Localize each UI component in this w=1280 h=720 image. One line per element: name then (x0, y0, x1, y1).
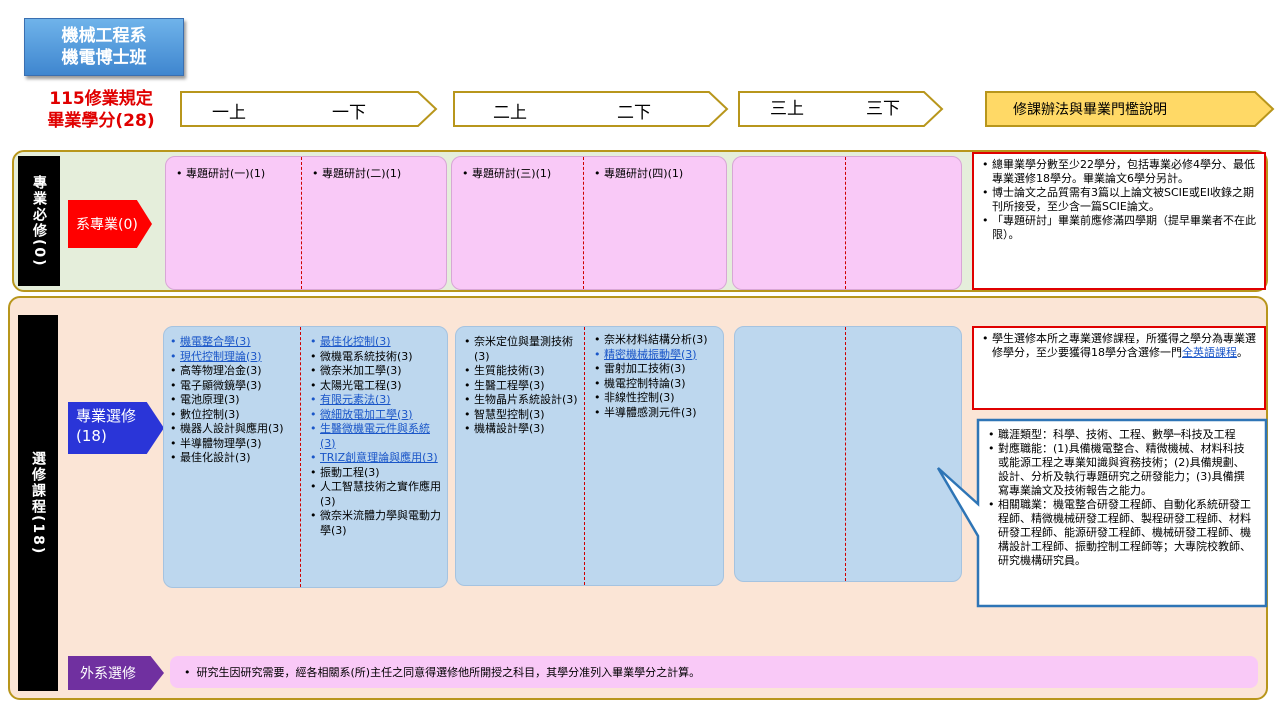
course-link[interactable]: 有限元素法(3) (310, 393, 444, 408)
header-year2-second: 二下 (617, 103, 651, 123)
header-year2: 二上 二下 (453, 91, 729, 127)
course-link[interactable]: 機電整合學(3) (170, 335, 298, 350)
career-info: • 職涯類型：科學、技術、工程、數學─科技及工程 • 對應職能：(1)具備機電整合、… (988, 428, 1252, 568)
required-year1-second-list: 專題研討(二)(1) (312, 167, 442, 182)
list-item: 生質能技術(3) (464, 364, 582, 379)
program-title-line1: 機械工程系 (61, 26, 147, 46)
header-year1: 一上 一下 (180, 91, 438, 127)
credits-title-line1: 115修業規定 (49, 89, 153, 109)
required-year2-first-list: 專題研討(三)(1) (462, 167, 582, 182)
semester-divider (301, 157, 302, 289)
elective-year3-box (734, 326, 962, 582)
pro-elective-tab: 專業選修 (18) (68, 402, 164, 454)
header-year3: 三上 三下 (738, 91, 944, 127)
outside-elective-tab: 外系選修 (68, 656, 164, 690)
header-year1-first: 一上 (212, 103, 246, 123)
elective-side-label: 選修課程(18) (18, 315, 58, 691)
elective-year2-first-list: 奈米定位與量測技術(3) 生質能技術(3) 生醫工程學(3) 生物晶片系統設計(… (464, 335, 582, 437)
list-item: 機電控制特論(3) (594, 377, 722, 392)
list-item: 非線性控制(3) (594, 391, 722, 406)
required-year2-box: 專題研討(三)(1) 專題研討(四)(1) (451, 156, 727, 290)
note-end: 。 (1237, 346, 1248, 359)
semester-divider (583, 157, 584, 289)
list-item: 專題研討(三)(1) (462, 167, 582, 182)
semester-divider (845, 327, 846, 581)
elective-year1-first-list: 機電整合學(3) 現代控制理論(3) 高等物理冶金(3) 電子顯微鏡學(3) 電… (170, 335, 298, 466)
list-item: 數位控制(3) (170, 408, 298, 423)
list-item: 微機電系統技術(3) (310, 350, 444, 365)
career-item: • 相關職業：機電整合研發工程師、自動化系統研發工程師、精微機械研發工程師、製程研… (988, 498, 1251, 567)
list-item: 高等物理冶金(3) (170, 364, 298, 379)
header-year3-second: 三下 (866, 99, 900, 119)
list-item: 專題研討(四)(1) (594, 167, 724, 182)
list-item: 振動工程(3) (310, 466, 444, 481)
course-link[interactable]: 微細放電加工學(3) (310, 408, 444, 423)
list-item: 專題研討(二)(1) (312, 167, 442, 182)
program-title: 機械工程系 機電博士班 (24, 18, 184, 76)
semester-divider (300, 327, 301, 587)
list-item: 生物晶片系統設計(3) (464, 393, 582, 408)
graduation-notes-box: 總畢業學分數至少22學分，包括專業必修4學分、最低專業選修18學分。畢業論文6學… (972, 152, 1266, 290)
header-year1-second: 一下 (332, 103, 366, 123)
career-item: • 對應職能：(1)具備機電整合、精微機械、材料科技或能源工程之專業知識與資務技術… (988, 442, 1245, 497)
note-item: 總畢業學分數至少22學分，包括專業必修4學分、最低專業選修18學分。畢業論文6學… (982, 158, 1256, 186)
outside-elective-text: 研究生因研究需要，經各相關系(所)主任之同意得選修他所開授之科目，其學分准列入畢… (196, 666, 701, 679)
required-year2-second-list: 專題研討(四)(1) (594, 167, 724, 182)
list-item: 機構設計學(3) (464, 422, 582, 437)
elective-year2-second-list: 奈米材料結構分析(3) 精密機械振動學(3) 雷射加工技術(3) 機電控制特論(… (594, 333, 722, 420)
header-notes: 修課辦法與畢業門檻說明 (985, 91, 1275, 127)
list-item: 雷射加工技術(3) (594, 362, 722, 377)
outside-elective-box: • 研究生因研究需要，經各相關系(所)主任之同意得選修他所開授之科目，其學分准列… (170, 656, 1258, 688)
list-item: 微奈米加工學(3) (310, 364, 444, 379)
elective-year1-box: 機電整合學(3) 現代控制理論(3) 高等物理冶金(3) 電子顯微鏡學(3) 電… (163, 326, 448, 588)
required-year1-first-list: 專題研討(一)(1) (176, 167, 302, 182)
credits-title-line2: 畢業學分(28) (47, 111, 155, 131)
credits-title: 115修業規定 畢業學分(28) (36, 88, 166, 132)
list-item: 太陽光電工程(3) (310, 379, 444, 394)
career-item-text: 對應職能：(1)具備機電整合、精微機械、材料科技或能源工程之專業知識與資務技術；… (998, 442, 1245, 497)
list-item: 微奈米流體力學與電動力學(3) (310, 509, 444, 538)
list-item: 奈米定位與量測技術(3) (464, 335, 582, 364)
pro-elective-tab-line2: (18) (76, 427, 107, 445)
course-link[interactable]: 現代控制理論(3) (170, 350, 298, 365)
course-link[interactable]: TRIZ創意理論與應用(3) (310, 451, 444, 466)
note-item: 「專題研討」畢業前應修滿四學期（提早畢業者不在此限）。 (982, 214, 1256, 242)
list-item: 人工智慧技術之實作應用(3) (310, 480, 444, 509)
list-item: 生醫工程學(3) (464, 379, 582, 394)
list-item: 智慧型控制(3) (464, 408, 582, 423)
program-title-line2: 機電博士班 (61, 48, 147, 68)
note-item: 學生選修本所之專業選修課程，所獲得之學分為專業選修學分，至少要獲得18學分含選修… (982, 332, 1256, 360)
course-link[interactable]: 最佳化控制(3) (310, 335, 444, 350)
list-item: 專題研討(一)(1) (176, 167, 302, 182)
elective-year1-second-list: 最佳化控制(3) 微機電系統技術(3) 微奈米加工學(3) 太陽光電工程(3) … (310, 335, 444, 538)
career-item-text: 相關職業：機電整合研發工程師、自動化系統研發工程師、精微機械研發工程師、製程研發… (998, 498, 1251, 567)
dept-required-tab: 系專業(0) (68, 200, 152, 248)
bullet-icon: • (184, 665, 191, 679)
pro-elective-tab-line1: 專業選修 (76, 407, 137, 425)
elective-year2-box: 奈米定位與量測技術(3) 生質能技術(3) 生醫工程學(3) 生物晶片系統設計(… (455, 326, 724, 586)
required-year1-box: 專題研討(一)(1) 專題研討(二)(1) (165, 156, 447, 290)
list-item: 電子顯微鏡學(3) (170, 379, 298, 394)
note-item: 博士論文之品質需有3篇以上論文被SCIE或EI收錄之期刊所接受，至少含一篇SCI… (982, 186, 1256, 214)
course-link[interactable]: 精密機械振動學(3) (594, 348, 722, 363)
list-item: 最佳化設計(3) (170, 451, 298, 466)
career-item: • 職涯類型：科學、技術、工程、數學─科技及工程 (988, 428, 1236, 441)
list-item: 半導體物理學(3) (170, 437, 298, 452)
header-year3-first: 三上 (770, 99, 804, 119)
required-year3-box (732, 156, 962, 290)
list-item: 奈米材料結構分析(3) (594, 333, 722, 348)
list-item: 電池原理(3) (170, 393, 298, 408)
semester-divider (584, 327, 585, 585)
header-year2-first: 二上 (493, 103, 527, 123)
header-notes-label: 修課辦法與畢業門檻說明 (1013, 102, 1167, 118)
list-item: 機器人設計與應用(3) (170, 422, 298, 437)
list-item: 半導體感測元件(3) (594, 406, 722, 421)
career-item-text: 職涯類型：科學、技術、工程、數學─科技及工程 (998, 428, 1236, 441)
arrow-shape-icon (738, 91, 944, 127)
course-link[interactable]: 生醫微機電元件與系統(3) (310, 422, 444, 451)
semester-divider (845, 157, 846, 289)
english-course-link[interactable]: 全英語課程 (1182, 346, 1237, 359)
elective-notes-box: 學生選修本所之專業選修課程，所獲得之學分為專業選修學分，至少要獲得18學分含選修… (972, 326, 1266, 410)
required-side-label: 專業必修(0) (18, 156, 60, 286)
